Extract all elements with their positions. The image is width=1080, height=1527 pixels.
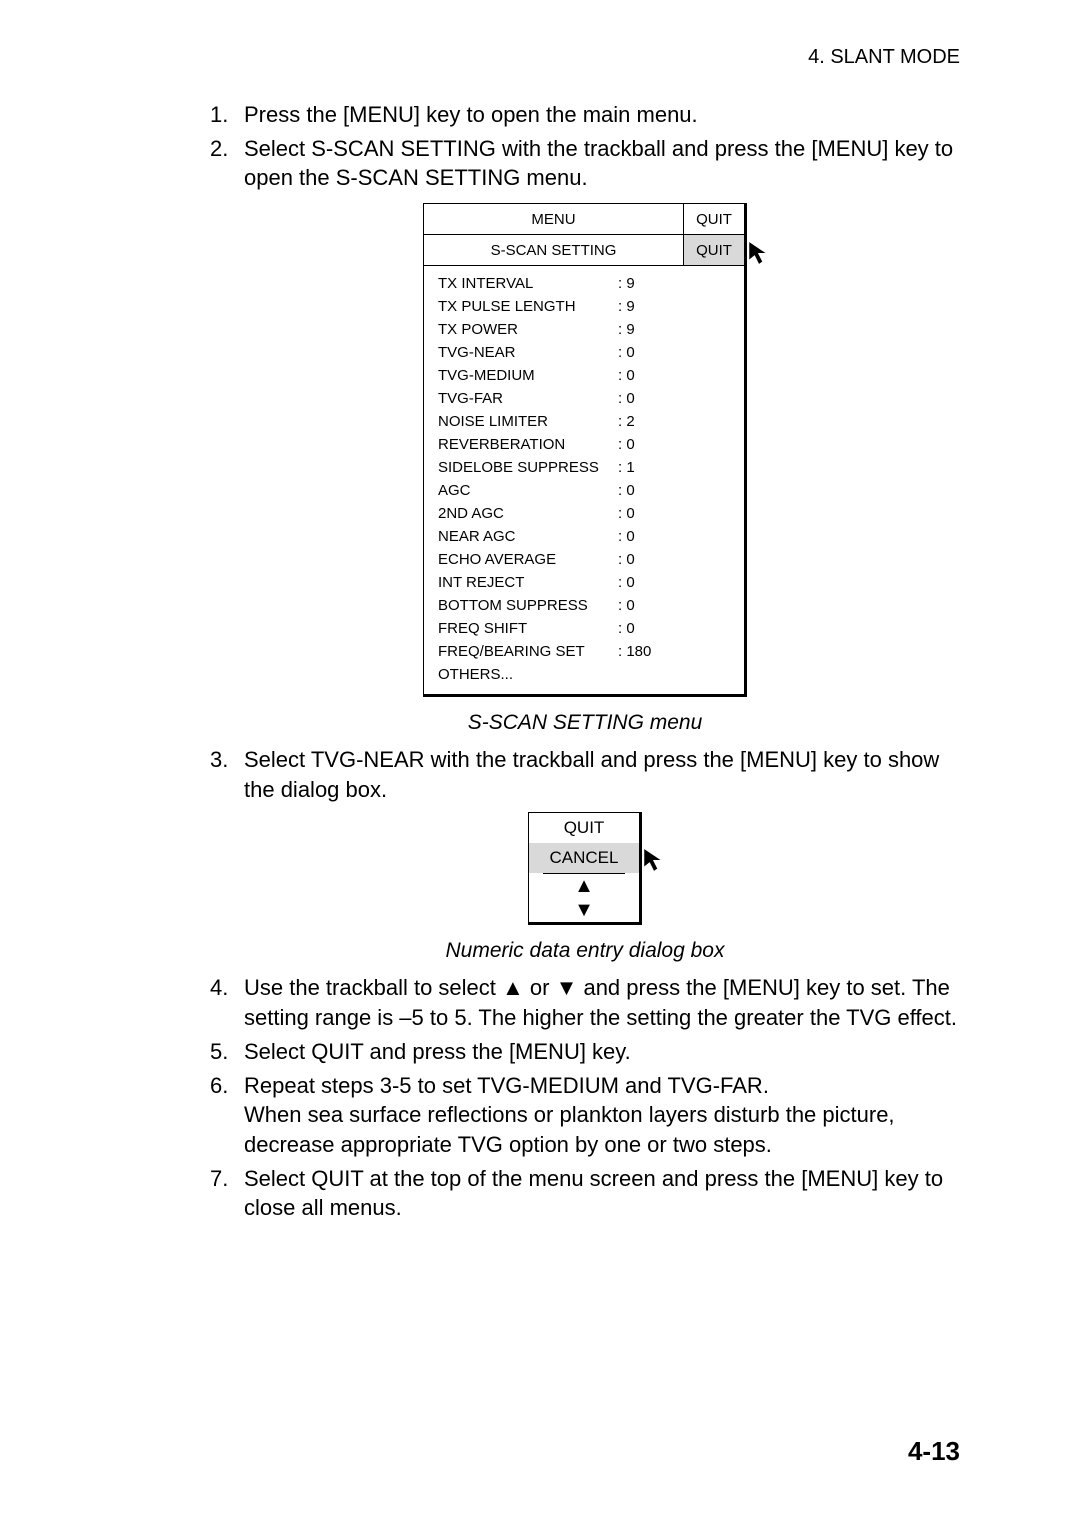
menu-subtitle-row: S-SCAN SETTING QUIT <box>424 235 744 266</box>
menu-item[interactable]: TVG-MEDIUM: 0 <box>424 364 744 387</box>
menu-item[interactable]: OTHERS... <box>424 663 744 686</box>
item-key: OTHERS... <box>438 666 618 683</box>
step-4: 4. Use the trackball to select ▲ or ▼ an… <box>210 973 960 1032</box>
dialog-caption: Numeric data entry dialog box <box>210 939 960 963</box>
step-number: 5. <box>210 1037 244 1067</box>
step-number: 3. <box>210 745 244 804</box>
step-number: 6. <box>210 1071 244 1160</box>
menu-title: MENU <box>424 211 683 228</box>
menu-quit-shaded[interactable]: QUIT <box>683 235 744 265</box>
step-text: Select QUIT at the top of the menu scree… <box>244 1164 960 1223</box>
item-key: ECHO AVERAGE <box>438 551 618 568</box>
menu-item[interactable]: REVERBERATION: 0 <box>424 433 744 456</box>
step-text: Select TVG-NEAR with the trackball and p… <box>244 745 960 804</box>
page-number: 4-13 <box>908 1436 960 1467</box>
item-key: BOTTOM SUPPRESS <box>438 597 618 614</box>
item-key: FREQ SHIFT <box>438 620 618 637</box>
main-content: 1. Press the [MENU] key to open the main… <box>210 100 960 1227</box>
dialog-quit[interactable]: QUIT <box>529 813 639 843</box>
step-text: Select S-SCAN SETTING with the trackball… <box>244 134 960 193</box>
item-key: 2ND AGC <box>438 505 618 522</box>
menu-item[interactable]: FREQ SHIFT: 0 <box>424 617 744 640</box>
menu-title-row: MENU QUIT <box>424 204 744 235</box>
menu-item[interactable]: NOISE LIMITER: 2 <box>424 410 744 433</box>
item-val: : 0 <box>618 367 635 384</box>
section-header: 4. SLANT MODE <box>808 46 960 69</box>
item-key: INT REJECT <box>438 574 618 591</box>
item-key: TVG-NEAR <box>438 344 618 361</box>
step-5: 5. Select QUIT and press the [MENU] key. <box>210 1037 960 1067</box>
step-number: 7. <box>210 1164 244 1223</box>
menu-item[interactable]: TX INTERVAL: 9 <box>424 272 744 295</box>
menu-item[interactable]: INT REJECT: 0 <box>424 571 744 594</box>
item-val: : 2 <box>618 413 635 430</box>
menu-item[interactable]: ECHO AVERAGE: 0 <box>424 548 744 571</box>
step-7: 7. Select QUIT at the top of the menu sc… <box>210 1164 960 1223</box>
item-key: AGC <box>438 482 618 499</box>
step-1: 1. Press the [MENU] key to open the main… <box>210 100 960 130</box>
item-key: FREQ/BEARING SET <box>438 643 618 660</box>
menu-quit[interactable]: QUIT <box>683 204 744 234</box>
menu-subtitle: S-SCAN SETTING <box>424 242 683 259</box>
item-key: SIDELOBE SUPPRESS <box>438 459 618 476</box>
step-text: Repeat steps 3-5 to set TVG-MEDIUM and T… <box>244 1071 960 1160</box>
menu-item[interactable]: AGC: 0 <box>424 479 744 502</box>
sscan-menu-box: MENU QUIT S-SCAN SETTING QUIT TX INTERVA… <box>423 203 747 697</box>
step-text: Select QUIT and press the [MENU] key. <box>244 1037 960 1067</box>
step-text-line: Repeat steps 3-5 to set TVG-MEDIUM and T… <box>244 1073 769 1098</box>
step-6: 6. Repeat steps 3-5 to set TVG-MEDIUM an… <box>210 1071 960 1160</box>
item-val: : 9 <box>618 298 635 315</box>
menu-item[interactable]: TVG-FAR: 0 <box>424 387 744 410</box>
item-key: TX INTERVAL <box>438 275 618 292</box>
dialog-cancel[interactable]: CANCEL <box>529 843 639 873</box>
step-text-line: When sea surface reflections or plankton… <box>244 1102 895 1157</box>
step-number: 1. <box>210 100 244 130</box>
item-key: REVERBERATION <box>438 436 618 453</box>
menu-item[interactable]: NEAR AGC: 0 <box>424 525 744 548</box>
menu-caption: S-SCAN SETTING menu <box>210 711 960 735</box>
item-key: NOISE LIMITER <box>438 413 618 430</box>
cursor-icon <box>746 240 772 266</box>
item-key: TVG-MEDIUM <box>438 367 618 384</box>
cursor-icon <box>641 847 667 873</box>
step-text: Use the trackball to select ▲ or ▼ and p… <box>244 973 960 1032</box>
item-val: : 0 <box>618 505 635 522</box>
step-number: 2. <box>210 134 244 193</box>
menu-items-list: TX INTERVAL: 9 TX PULSE LENGTH: 9 TX POW… <box>424 266 744 694</box>
item-val: : 0 <box>618 597 635 614</box>
menu-item[interactable]: TX PULSE LENGTH: 9 <box>424 295 744 318</box>
item-val: : 0 <box>618 436 635 453</box>
step-2: 2. Select S-SCAN SETTING with the trackb… <box>210 134 960 193</box>
step-3: 3. Select TVG-NEAR with the trackball an… <box>210 745 960 804</box>
item-val: : 0 <box>618 482 635 499</box>
dialog-down-arrow[interactable]: ▼ <box>529 898 639 922</box>
menu-item[interactable]: TX POWER: 9 <box>424 318 744 341</box>
item-val: : 0 <box>618 620 635 637</box>
item-key: NEAR AGC <box>438 528 618 545</box>
step-text: Press the [MENU] key to open the main me… <box>244 100 960 130</box>
item-val: : 0 <box>618 344 635 361</box>
menu-item[interactable]: FREQ/BEARING SET: 180 <box>424 640 744 663</box>
item-val: : 180 <box>618 643 651 660</box>
menu-item[interactable]: 2ND AGC: 0 <box>424 502 744 525</box>
item-val: : 9 <box>618 275 635 292</box>
menu-item[interactable]: SIDELOBE SUPPRESS: 1 <box>424 456 744 479</box>
item-key: TX PULSE LENGTH <box>438 298 618 315</box>
item-val: : 9 <box>618 321 635 338</box>
item-val: : 0 <box>618 528 635 545</box>
dialog-up-arrow[interactable]: ▲ <box>529 874 639 898</box>
item-key: TX POWER <box>438 321 618 338</box>
item-val: : 0 <box>618 574 635 591</box>
menu-item[interactable]: BOTTOM SUPPRESS: 0 <box>424 594 744 617</box>
numeric-dialog-box: QUIT CANCEL ▲ ▼ <box>528 812 642 925</box>
item-key: TVG-FAR <box>438 390 618 407</box>
menu-item[interactable]: TVG-NEAR: 0 <box>424 341 744 364</box>
step-number: 4. <box>210 973 244 1032</box>
item-val: : 0 <box>618 551 635 568</box>
item-val: : 0 <box>618 390 635 407</box>
item-val: : 1 <box>618 459 635 476</box>
